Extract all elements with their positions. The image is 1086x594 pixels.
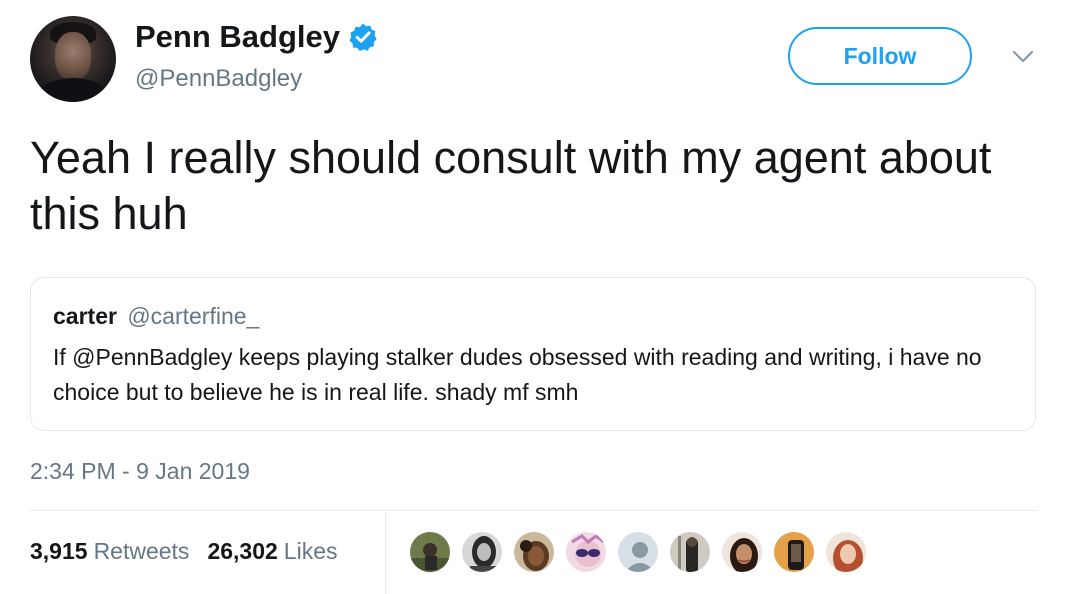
quoted-author-name: carter (53, 303, 117, 329)
quoted-tweet-header: carter @carterfine_ (53, 302, 259, 330)
author-display-name[interactable]: Penn Badgley (135, 18, 340, 56)
quoted-author-handle: @carterfine_ (127, 303, 260, 329)
liker-avatar-4[interactable] (564, 530, 608, 574)
liker-avatar-2[interactable] (460, 530, 504, 574)
likes-stat[interactable]: 26,302 Likes (207, 537, 337, 565)
liker-avatars (408, 530, 876, 574)
liker-avatar-6[interactable] (668, 530, 712, 574)
liker-avatar-9[interactable] (824, 530, 868, 574)
liker-avatar-8[interactable] (772, 530, 816, 574)
retweets-label: Retweets (93, 538, 190, 564)
quoted-tweet-text: If @PennBadgley keeps playing stalker du… (53, 344, 982, 405)
liker-avatar-1[interactable] (408, 530, 452, 574)
tweet-text: Yeah I really should consult with my age… (30, 132, 992, 239)
tweet-timestamp[interactable]: 2:34 PM - 9 Jan 2019 (30, 457, 250, 485)
retweets-stat[interactable]: 3,915 Retweets (30, 537, 189, 565)
likes-count: 26,302 (207, 538, 278, 564)
retweets-count: 3,915 (30, 538, 88, 564)
stats-divider (30, 510, 1038, 511)
liker-avatar-7[interactable] (720, 530, 764, 574)
liker-avatar-3[interactable] (512, 530, 556, 574)
verified-badge-icon (348, 22, 378, 52)
author-avatar[interactable] (30, 16, 116, 102)
avatar-shoulders (36, 78, 110, 102)
avatar-face (55, 32, 91, 80)
likes-label: Likes (283, 538, 338, 564)
liker-avatar-5[interactable] (616, 530, 660, 574)
stats-separator (385, 512, 386, 594)
author-name-row[interactable]: Penn Badgley (135, 18, 378, 56)
chevron-down-icon[interactable] (1012, 50, 1034, 64)
author-handle[interactable]: @PennBadgley (135, 64, 302, 94)
quoted-tweet[interactable]: carter @carterfine_ If @PennBadgley keep… (30, 277, 1036, 431)
tweet-stats: 3,915 Retweets 26,302 Likes (30, 537, 338, 565)
follow-button[interactable]: Follow (788, 27, 972, 85)
